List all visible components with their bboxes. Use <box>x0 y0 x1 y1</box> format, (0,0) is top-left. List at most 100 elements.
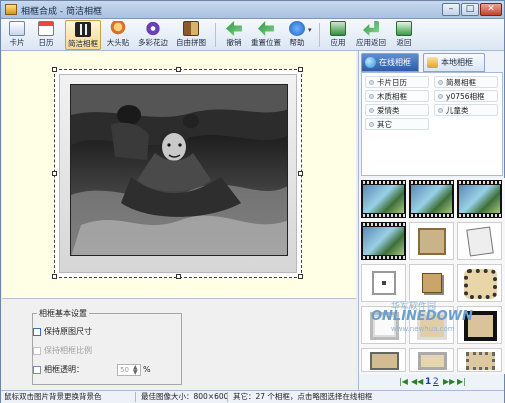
category-bullet-icon <box>438 108 443 113</box>
photo-scene <box>71 85 287 255</box>
pagination: |◀ ◀◀ 1 2 ▶▶ ▶| <box>359 375 505 389</box>
status-divider <box>227 392 228 402</box>
category-item[interactable]: 爱情类 <box>365 104 429 116</box>
frame-thumbnail[interactable] <box>457 264 502 302</box>
frame-thumbnail[interactable] <box>361 180 406 218</box>
category-item[interactable]: 其它 <box>365 118 429 130</box>
category-label: 简易相框 <box>446 78 476 87</box>
preview-canvas[interactable] <box>2 51 356 298</box>
frame-selection[interactable] <box>52 67 303 279</box>
category-list: 卡片日历 简易相框 木质相框 y0756相框 爱情类 儿童类 其它 <box>361 72 503 176</box>
category-bullet-icon <box>438 80 443 85</box>
frame-thumbnail[interactable] <box>361 264 406 302</box>
globe-icon <box>365 57 376 68</box>
category-item[interactable]: y0756相框 <box>434 90 498 102</box>
keep-frame-ratio-checkbox[interactable] <box>33 347 41 355</box>
category-item[interactable]: 卡片日历 <box>365 76 429 88</box>
status-image-size: 最佳图像大小：800×600 <box>141 392 229 401</box>
resize-handle[interactable] <box>52 67 57 72</box>
resize-handle[interactable] <box>52 171 57 176</box>
resize-handle[interactable] <box>298 274 303 279</box>
status-divider <box>135 392 136 402</box>
frame-thumbnail[interactable] <box>457 222 502 260</box>
category-label: 爱情类 <box>377 106 400 115</box>
frame-thumbnail[interactable] <box>409 264 454 302</box>
free-puzzle-label: 自由拼图 <box>176 38 206 47</box>
frame-thumbnail[interactable] <box>457 306 502 344</box>
category-item[interactable]: 简易相框 <box>434 76 498 88</box>
help-button[interactable]: 帮助 <box>286 20 308 50</box>
settings-panel: 相框基本设置 <box>2 298 356 390</box>
film-frame-icon <box>75 22 91 37</box>
flower-icon <box>145 21 161 36</box>
frame-thumbnail[interactable] <box>361 348 406 372</box>
resize-handle[interactable] <box>52 274 57 279</box>
percent-unit: % <box>143 365 151 374</box>
resize-handle[interactable] <box>298 67 303 72</box>
category-label: 卡片日历 <box>377 78 407 87</box>
frame-mat <box>59 74 297 273</box>
colorful-border-button[interactable]: 多彩花边 <box>135 20 171 50</box>
category-item[interactable]: 木质相框 <box>365 90 429 102</box>
page-2-link[interactable]: 2 <box>433 375 439 389</box>
card-icon <box>9 21 25 36</box>
frame-thumbnail[interactable] <box>361 306 406 344</box>
card-button[interactable]: 卡片 <box>5 20 29 50</box>
toolbar-separator <box>319 23 320 47</box>
frame-transparency-label: 相框透明： <box>44 365 84 374</box>
frame-library-panel: 在线相框 本地相框 卡片日历 简易相框 木质相框 y0756相框 爱情类 儿童类… <box>358 51 505 390</box>
page-1-link[interactable]: 1 <box>425 375 431 389</box>
status-hint: 鼠标双击图片背景更换背景色 <box>4 392 102 401</box>
frame-thumbnail[interactable] <box>457 348 502 372</box>
transparency-stepper[interactable]: ▲ ▼ <box>133 365 140 376</box>
category-bullet-icon <box>369 108 374 113</box>
simple-frame-button[interactable]: 简洁相框 <box>65 20 101 50</box>
category-label: 其它 <box>377 120 392 129</box>
next-page-button[interactable]: ▶▶ <box>443 375 455 389</box>
close-button[interactable]: ✕ <box>480 3 502 16</box>
return-button[interactable]: 返回 <box>392 20 416 50</box>
apply-return-label: 应用返回 <box>356 38 386 47</box>
first-page-button[interactable]: |◀ <box>399 375 408 389</box>
calendar-label: 日历 <box>38 38 54 47</box>
return-icon <box>396 21 412 36</box>
category-bullet-icon <box>369 80 374 85</box>
resize-handle[interactable] <box>176 274 181 279</box>
reset-position-label: 重置位置 <box>251 38 281 47</box>
frame-thumbnail[interactable] <box>457 180 502 218</box>
free-puzzle-button[interactable]: 自由拼图 <box>173 20 209 50</box>
status-bar: 鼠标双击图片背景更换背景色 最佳图像大小：800×600 其它：27 个相框，点… <box>1 390 504 403</box>
frame-transparency-checkbox[interactable] <box>33 366 41 374</box>
frame-thumbnail[interactable] <box>409 306 454 344</box>
return-label: 返回 <box>396 38 412 47</box>
frame-thumbnail[interactable] <box>361 222 406 260</box>
frame-thumbnail[interactable] <box>409 348 454 372</box>
undo-button[interactable]: 撤销 <box>222 20 246 50</box>
last-page-button[interactable]: ▶| <box>457 375 466 389</box>
help-dropdown-button[interactable]: ▾ <box>307 20 315 50</box>
tab-local-label: 本地相框 <box>441 58 473 67</box>
apply-return-button[interactable]: 应用返回 <box>353 20 389 50</box>
calendar-button[interactable]: 日历 <box>34 20 58 50</box>
reset-position-button[interactable]: 重置位置 <box>249 20 283 50</box>
tab-online-frames[interactable]: 在线相框 <box>361 53 419 72</box>
prev-page-button[interactable]: ◀◀ <box>411 375 423 389</box>
chevron-down-icon: ▾ <box>308 26 312 34</box>
maximize-button[interactable]: □ <box>461 3 479 16</box>
frame-thumbnail[interactable] <box>409 180 454 218</box>
sticker-icon <box>110 21 126 36</box>
minimize-button[interactable]: – <box>442 3 460 16</box>
category-label: y0756相框 <box>446 92 485 101</box>
app-icon <box>5 4 17 15</box>
resize-handle[interactable] <box>176 67 181 72</box>
resize-handle[interactable] <box>298 171 303 176</box>
sticker-button[interactable]: 大头贴 <box>103 20 133 50</box>
category-bullet-icon <box>438 94 443 99</box>
tab-local-frames[interactable]: 本地相框 <box>423 53 485 72</box>
card-label: 卡片 <box>9 38 25 47</box>
category-item[interactable]: 儿童类 <box>434 104 498 116</box>
photo-image[interactable] <box>70 84 288 256</box>
frame-thumbnail[interactable] <box>409 222 454 260</box>
apply-button[interactable]: 应用 <box>326 20 350 50</box>
keep-original-size-checkbox[interactable] <box>33 328 41 336</box>
